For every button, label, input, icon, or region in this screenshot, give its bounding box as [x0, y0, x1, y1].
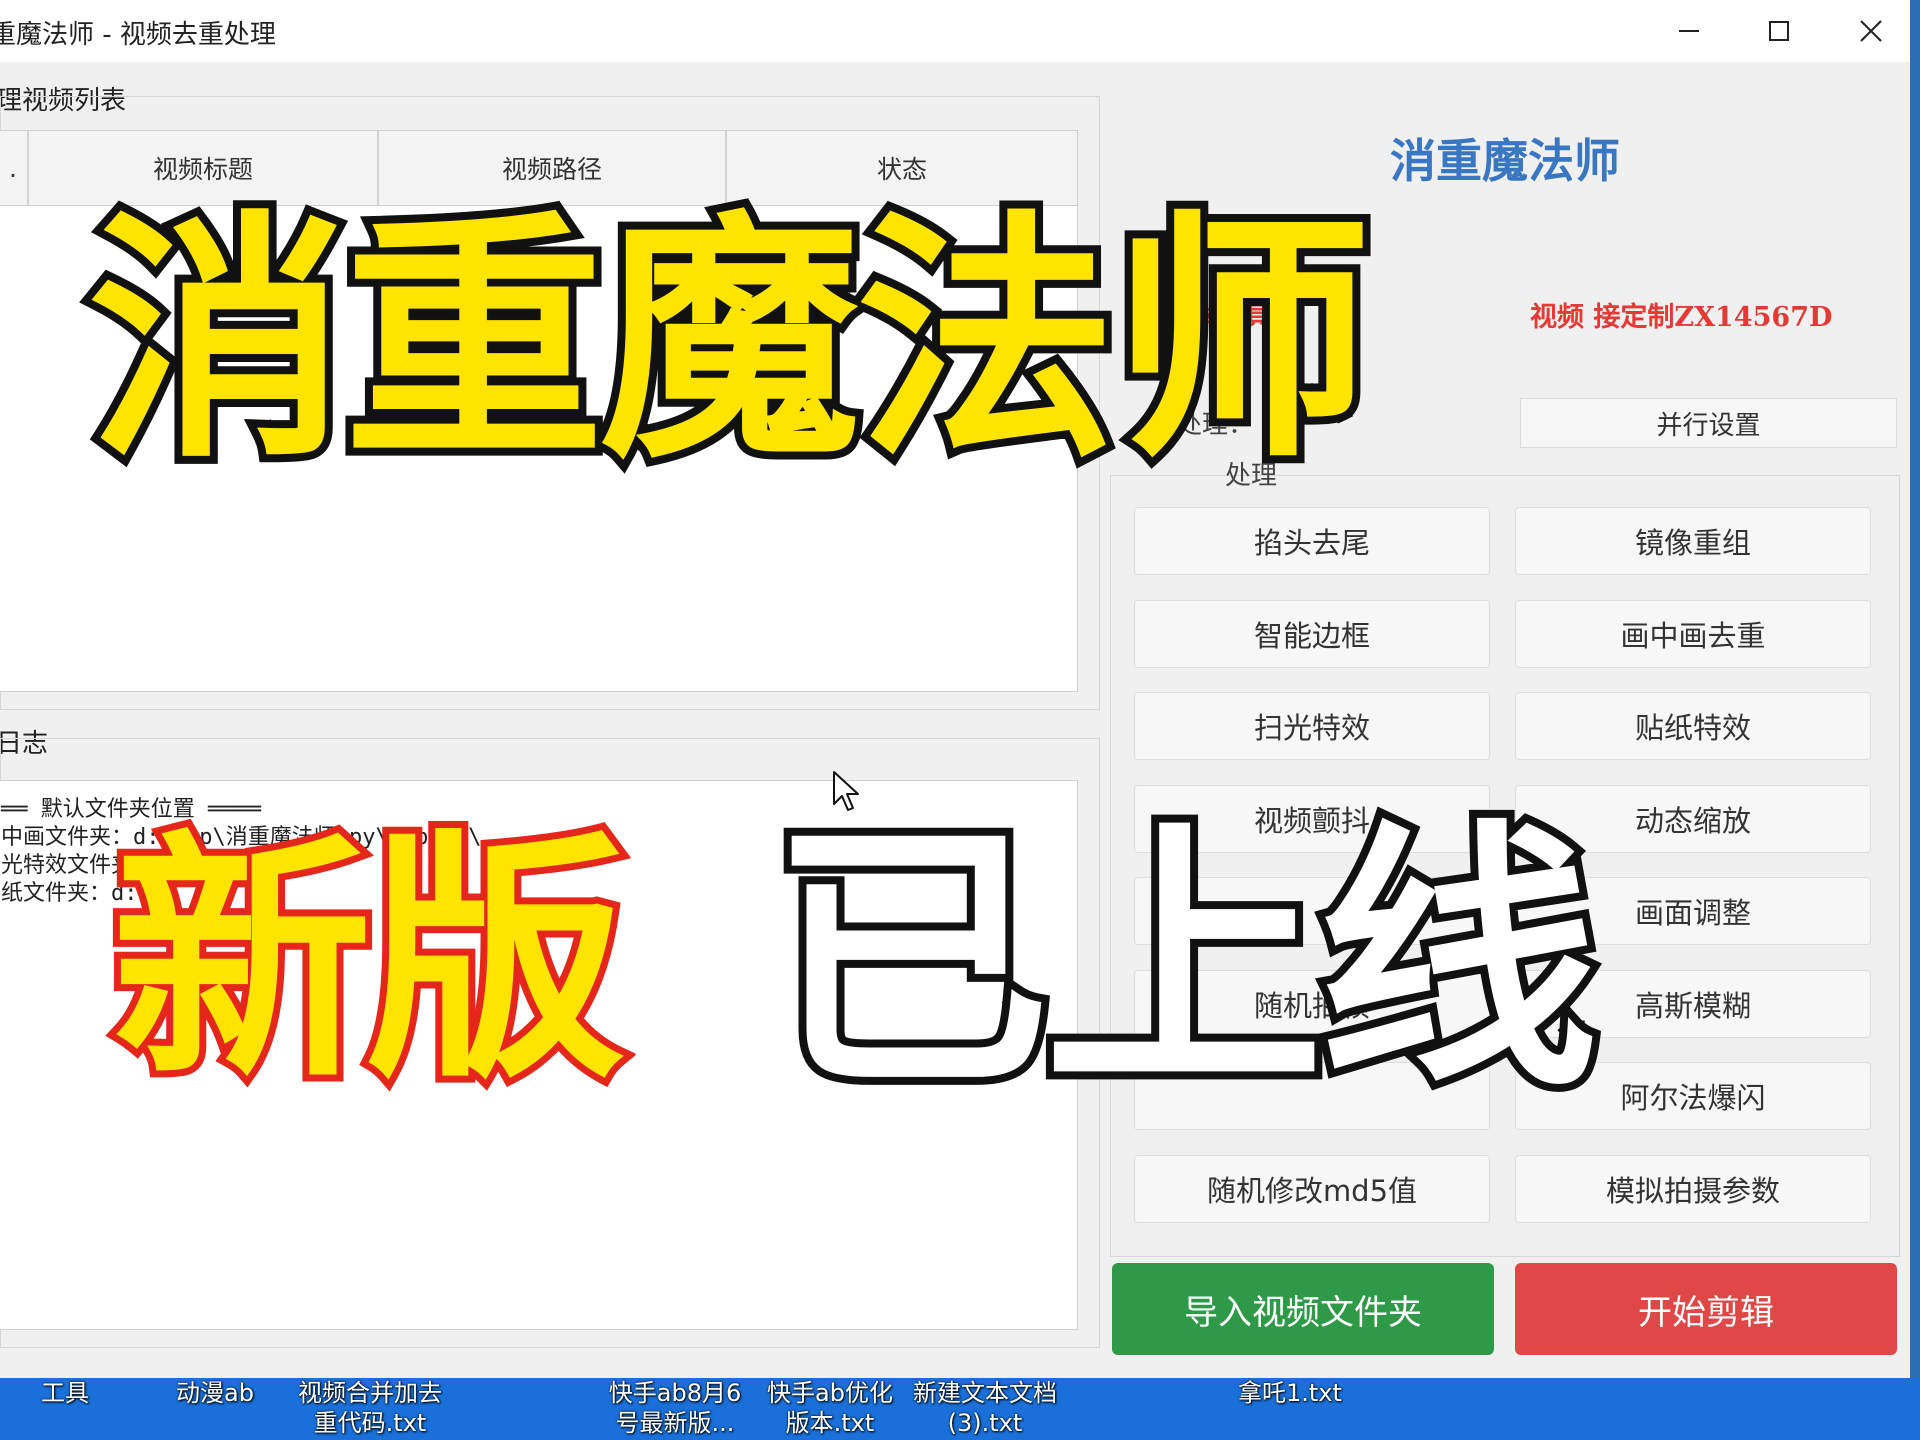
desktop-icon[interactable]: 动漫ab — [160, 1378, 270, 1408]
overlay-new: 新版 — [105, 805, 633, 1119]
desktop-icon-label: 快手ab8月6 — [608, 1379, 742, 1407]
desktop-icon-label: 号最新版... — [615, 1409, 735, 1437]
desktop-icon[interactable]: 拿吒1.txt — [1230, 1378, 1350, 1408]
effect-button-smart-border[interactable]: 智能边框 — [1134, 600, 1490, 668]
effect-button-light-sweep[interactable]: 扫光特效 — [1134, 692, 1490, 760]
desktop-icon-label: 工具 — [41, 1379, 89, 1407]
desktop-icon-label: 快手ab优化 — [767, 1379, 893, 1407]
close-button[interactable] — [1826, 0, 1916, 62]
desktop-icon-label: 视频合并加去 — [298, 1379, 442, 1407]
desktop-icon-label: 动漫ab — [176, 1379, 254, 1407]
effect-button-trim-head-tail[interactable]: 掐头去尾 — [1134, 507, 1490, 575]
desktop-icon[interactable]: 快手ab8月6 号最新版... — [600, 1378, 750, 1438]
desktop-strip: 工具 动漫ab 视频合并加去 重代码.txt 快手ab8月6 号最新版... 快手a… — [0, 1378, 1920, 1440]
desktop-icon-label: 重代码.txt — [313, 1409, 427, 1437]
parallel-settings-button[interactable]: 并行设置 — [1520, 398, 1897, 448]
overlay-title: 消重魔法师 — [80, 184, 1380, 500]
minimize-button[interactable] — [1644, 0, 1734, 62]
start-edit-button[interactable]: 开始剪辑 — [1515, 1263, 1897, 1355]
app-heading: 消重魔法师 — [1390, 134, 1620, 188]
notice-right: 视频 接定制ZX14567D — [1530, 302, 1833, 333]
maximize-icon — [1769, 21, 1789, 41]
minimize-icon — [1679, 30, 1699, 32]
desktop-icon[interactable]: 新建文本文档 (3).txt — [905, 1378, 1065, 1438]
effect-button-mirror-reorganize[interactable]: 镜像重组 — [1515, 507, 1871, 575]
effect-button-camera-params[interactable]: 模拟拍摄参数 — [1515, 1155, 1871, 1223]
effect-button-pip-dedupe[interactable]: 画中画去重 — [1515, 600, 1871, 668]
effect-button-random-md5[interactable]: 随机修改md5值 — [1134, 1155, 1490, 1223]
desktop-icon-label: (3).txt — [947, 1409, 1023, 1437]
column-header-no[interactable]: . — [0, 131, 29, 205]
window-title: 重魔法师 - 视频去重处理 — [0, 20, 276, 50]
desktop-icon[interactable]: 视频合并加去 重代码.txt — [290, 1378, 450, 1438]
title-bar: 重魔法师 - 视频去重处理 — [0, 0, 1920, 62]
window-edge — [1910, 0, 1920, 1380]
maximize-button[interactable] — [1734, 0, 1824, 62]
desktop-icon[interactable]: 快手ab优化 版本.txt — [755, 1378, 905, 1438]
effect-button-sticker[interactable]: 贴纸特效 — [1515, 692, 1871, 760]
desktop-icon-label: 新建文本文档 — [913, 1379, 1057, 1407]
close-icon — [1860, 20, 1882, 42]
overlay-online: 已上线 — [762, 799, 1606, 1125]
desktop-icon-label: 版本.txt — [785, 1409, 875, 1437]
import-folder-button[interactable]: 导入视频文件夹 — [1112, 1263, 1494, 1355]
desktop-icon-label: 拿吒1.txt — [1238, 1379, 1342, 1407]
desktop-icon[interactable]: 工具 — [20, 1378, 110, 1408]
